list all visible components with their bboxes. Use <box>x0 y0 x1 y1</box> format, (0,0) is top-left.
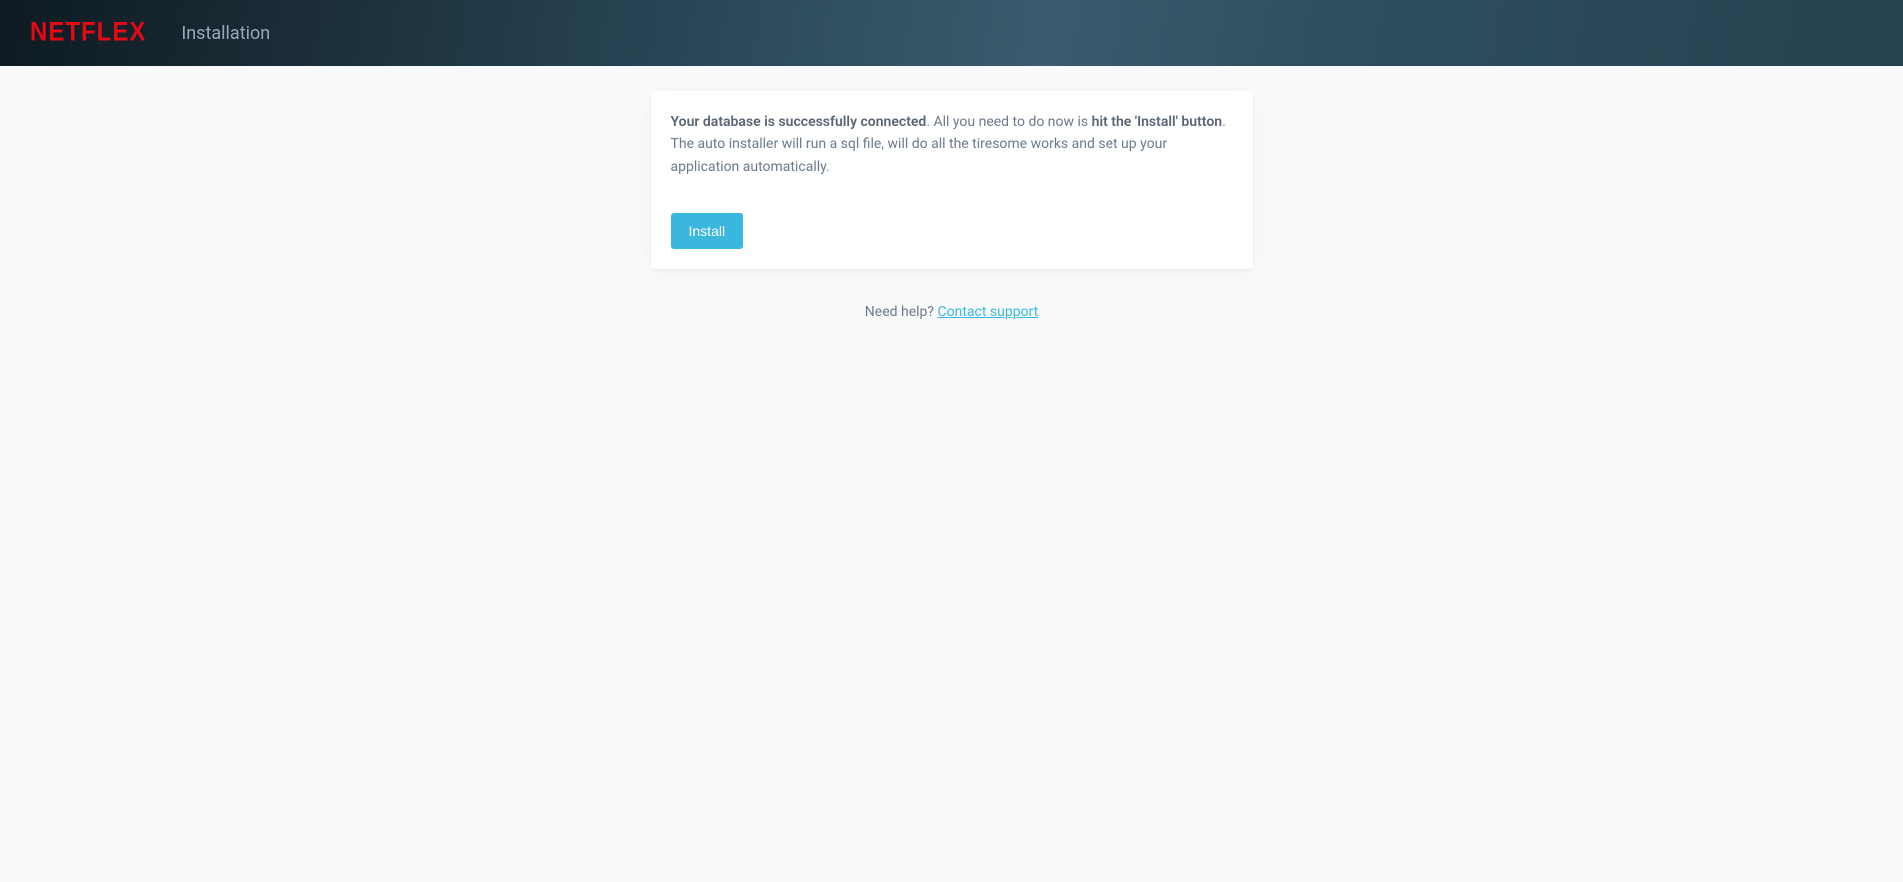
header: NETFLEX Installation <box>0 0 1903 66</box>
install-button[interactable]: Install <box>671 213 744 249</box>
message-emphasis-2: hit the 'Install' button <box>1092 114 1222 130</box>
footer: Need help? Contact support <box>0 301 1903 320</box>
main-container: Your database is successfully connected.… <box>651 91 1253 269</box>
message-text-1: . All you need to do now is <box>926 114 1091 130</box>
message-emphasis-1: Your database is successfully connected <box>671 114 927 130</box>
page-title: Installation <box>181 23 270 44</box>
installation-message: Your database is successfully connected.… <box>671 111 1233 178</box>
contact-support-link[interactable]: Contact support <box>937 304 1038 320</box>
help-text: Need help? <box>865 304 938 320</box>
installation-card: Your database is successfully connected.… <box>651 91 1253 269</box>
logo: NETFLEX <box>30 18 146 49</box>
